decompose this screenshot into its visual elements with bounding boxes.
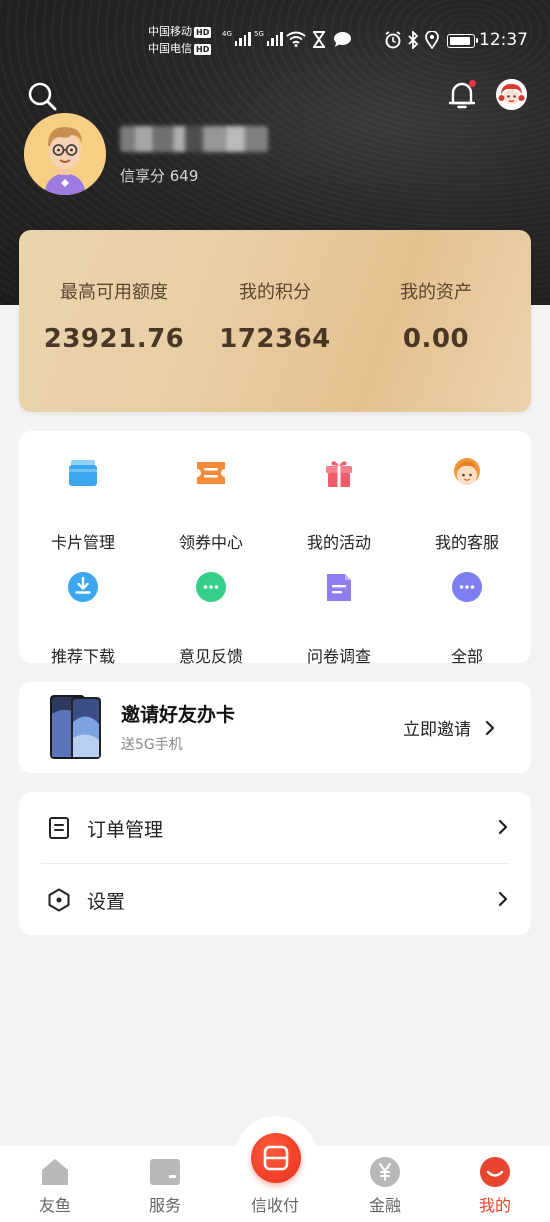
bluetooth-icon xyxy=(408,31,419,49)
network-type-1: 4G xyxy=(222,30,232,38)
menu-item-label: 意见反馈 xyxy=(178,647,243,666)
message-icon xyxy=(334,32,351,47)
network-type-2: 5G xyxy=(254,30,264,38)
settings-list: 订单管理 设置 xyxy=(19,792,531,935)
tab-label: 信收付 xyxy=(250,1196,299,1215)
settings-label: 设置 xyxy=(87,891,126,913)
carrier-1: 中国移动 xyxy=(148,25,192,38)
carrier-info: 中国移动 HD 中国电信 HD xyxy=(148,24,212,58)
chevron-right-icon xyxy=(498,819,508,835)
settings-icon xyxy=(48,888,70,912)
settings-row[interactable]: 设置 xyxy=(19,864,531,936)
assets[interactable]: 我的资产 0.00 xyxy=(351,278,521,354)
coupon-icon xyxy=(197,462,225,484)
card-icon xyxy=(69,460,97,486)
wifi-icon xyxy=(286,31,306,47)
carrier-2: 中国电信 xyxy=(148,42,192,55)
yen-icon xyxy=(370,1157,400,1187)
order-management-label: 订单管理 xyxy=(87,819,164,841)
user-avatar-icon xyxy=(24,113,106,195)
chevron-right-icon xyxy=(485,720,495,735)
menu-item-label: 领券中心 xyxy=(178,533,243,552)
credit-score: 信享分 649 xyxy=(120,167,199,185)
menu-item-survey[interactable]: 问卷调查 xyxy=(275,571,403,671)
status-time: 12:37 xyxy=(479,30,528,50)
signal-icon: 4G xyxy=(222,30,251,46)
status-bar: 中国移动 HD 中国电信 HD 4G 5G 12:37 xyxy=(0,22,550,62)
points-value: 172364 xyxy=(219,324,331,354)
location-icon xyxy=(425,31,439,49)
menu-item-label: 卡片管理 xyxy=(50,533,115,552)
hd-badge: HD xyxy=(194,44,212,55)
tab-label: 金融 xyxy=(368,1196,401,1215)
points[interactable]: 我的积分 172364 xyxy=(190,278,360,354)
alarm-icon xyxy=(385,31,401,49)
credit-limit-value: 23921.76 xyxy=(43,324,185,354)
tab-mine[interactable]: 我的 xyxy=(450,1146,540,1222)
notification-dot xyxy=(469,80,476,87)
phone-image xyxy=(50,695,101,759)
menu-item-recommend-download[interactable]: 推荐下载 xyxy=(19,571,147,671)
service-icon xyxy=(454,458,480,485)
tab-label: 我的 xyxy=(478,1196,511,1215)
chevron-right-icon xyxy=(498,891,508,907)
search-button[interactable] xyxy=(26,80,58,112)
more-icon xyxy=(452,572,482,602)
account-summary-card: 最高可用额度 23921.76 我的积分 172364 我的资产 0.00 xyxy=(19,230,531,412)
tab-finance[interactable]: 金融 xyxy=(340,1146,430,1222)
service-tab-icon xyxy=(150,1159,180,1185)
download-icon xyxy=(68,572,98,602)
menu-item-my-activities[interactable]: 我的活动 xyxy=(275,457,403,557)
invite-banner[interactable]: 邀请好友办卡 送5G手机 立即邀请 xyxy=(19,682,531,773)
menu-item-label: 问卷调查 xyxy=(306,647,371,666)
menu-item-label: 全部 xyxy=(450,647,483,666)
invite-now-button[interactable]: 立即邀请 xyxy=(403,715,495,740)
signal-icon: 5G xyxy=(254,30,283,46)
avatar-icon xyxy=(496,79,527,110)
function-grid: 卡片管理 领券中心 我的活动 我的客服 推荐下载 意见反馈 问卷调查 全部 xyxy=(19,431,531,666)
feedback-icon xyxy=(196,572,226,602)
search-icon xyxy=(28,82,57,111)
assets-label: 我的资产 xyxy=(400,282,472,303)
invite-subtitle: 送5G手机 xyxy=(121,737,183,753)
points-label: 我的积分 xyxy=(239,282,311,303)
tab-xinshoufu[interactable] xyxy=(251,1133,301,1183)
credit-limit[interactable]: 最高可用额度 23921.76 xyxy=(29,278,199,354)
menu-item-label: 我的活动 xyxy=(306,533,371,552)
credit-limit-label: 最高可用额度 xyxy=(60,282,168,303)
home-icon xyxy=(42,1159,68,1185)
hourglass-icon xyxy=(313,31,325,48)
invite-action-label: 立即邀请 xyxy=(403,720,471,740)
tab-service[interactable]: 服务 xyxy=(120,1146,210,1222)
tab-youyu[interactable]: 友鱼 xyxy=(10,1146,100,1222)
tab-label: 服务 xyxy=(148,1196,181,1215)
notification-button[interactable] xyxy=(446,78,478,112)
tab-label: 友鱼 xyxy=(38,1196,71,1215)
scan-pay-icon xyxy=(263,1145,289,1171)
menu-item-customer-service[interactable]: 我的客服 xyxy=(403,457,531,557)
menu-item-coupon-center[interactable]: 领券中心 xyxy=(147,457,275,557)
assets-value: 0.00 xyxy=(402,324,470,354)
avatar[interactable] xyxy=(24,113,106,195)
order-management-row[interactable]: 订单管理 xyxy=(19,792,531,864)
battery-icon xyxy=(447,34,478,48)
menu-item-label: 我的客服 xyxy=(434,533,499,552)
menu-item-label: 推荐下载 xyxy=(50,647,115,666)
hd-badge: HD xyxy=(194,27,212,38)
menu-item-feedback[interactable]: 意见反馈 xyxy=(147,571,275,671)
smile-icon xyxy=(480,1157,510,1187)
username-redacted xyxy=(120,126,268,152)
menu-item-card-management[interactable]: 卡片管理 xyxy=(19,457,147,557)
gift-icon xyxy=(326,461,352,487)
menu-item-all[interactable]: 全部 xyxy=(403,571,531,671)
order-icon xyxy=(49,817,69,839)
invite-title: 邀请好友办卡 xyxy=(121,704,236,726)
mini-avatar[interactable] xyxy=(496,79,527,110)
survey-icon xyxy=(327,574,351,601)
